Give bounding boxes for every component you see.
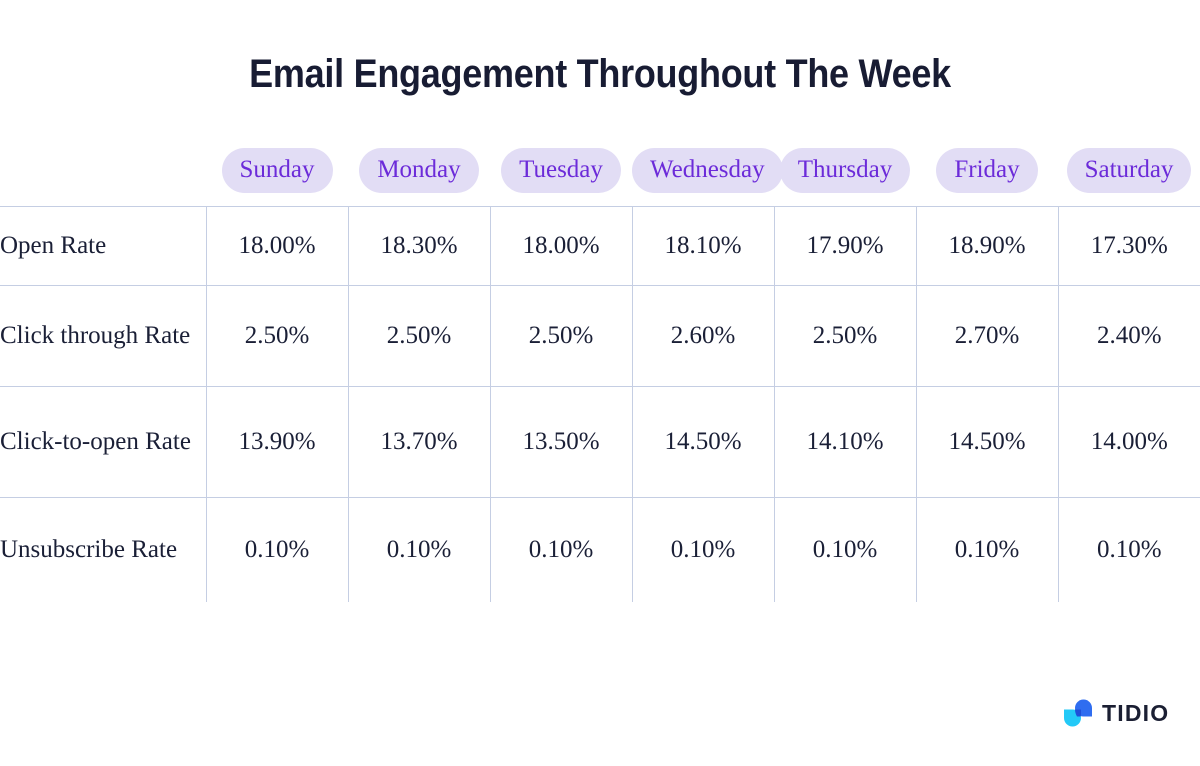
tidio-logo: TIDIO: [1063, 698, 1169, 729]
cell-click-to-open-rate-friday: 14.50%: [916, 386, 1059, 498]
engagement-table-container: Sunday Monday Tuesday Wednesday Thursday: [0, 148, 1200, 602]
cell-click-through-rate-tuesday: 2.50%: [490, 285, 633, 387]
cell-unsubscribe-rate-thursday: 0.10%: [774, 497, 917, 602]
cell-open-rate-sunday: 18.00%: [206, 206, 349, 286]
row-label-unsubscribe-rate: Unsubscribe Rate: [0, 497, 207, 602]
row-label-open-rate: Open Rate: [0, 206, 207, 286]
cell-click-to-open-rate-sunday: 13.90%: [206, 386, 349, 498]
cell-click-to-open-rate-thursday: 14.10%: [774, 386, 917, 498]
row-label-click-through-rate: Click through Rate: [0, 285, 207, 387]
day-pill-friday: Friday: [936, 148, 1038, 193]
tidio-chat-bubble-icon: [1064, 699, 1092, 727]
table-header-row: Sunday Monday Tuesday Wednesday Thursday: [0, 148, 1200, 207]
column-header-sunday: Sunday: [206, 148, 348, 207]
table-row: Click through Rate 2.50% 2.50% 2.50% 2.6…: [0, 285, 1200, 387]
table-row: Click-to-open Rate 13.90% 13.70% 13.50% …: [0, 386, 1200, 498]
column-header-wednesday: Wednesday: [632, 148, 783, 207]
day-pill-sunday: Sunday: [221, 148, 333, 193]
cell-click-through-rate-saturday: 2.40%: [1058, 285, 1200, 387]
day-pill-wednesday: Wednesday: [632, 148, 783, 193]
cell-unsubscribe-rate-friday: 0.10%: [916, 497, 1059, 602]
cell-click-through-rate-wednesday: 2.60%: [632, 285, 775, 387]
cell-unsubscribe-rate-monday: 0.10%: [348, 497, 491, 602]
table-corner-cell: [0, 148, 206, 207]
cell-open-rate-saturday: 17.30%: [1058, 206, 1200, 286]
column-header-monday: Monday: [348, 148, 490, 207]
day-pill-tuesday: Tuesday: [501, 148, 621, 193]
cell-open-rate-friday: 18.90%: [916, 206, 1059, 286]
cell-open-rate-monday: 18.30%: [348, 206, 491, 286]
day-pill-monday: Monday: [359, 148, 479, 193]
day-pill-saturday: Saturday: [1066, 148, 1192, 193]
table-body: Open Rate 18.00% 18.30% 18.00% 18.10% 17…: [0, 206, 1200, 602]
cell-unsubscribe-rate-saturday: 0.10%: [1058, 497, 1200, 602]
cell-click-through-rate-sunday: 2.50%: [206, 285, 349, 387]
column-header-friday: Friday: [916, 148, 1058, 207]
cell-open-rate-thursday: 17.90%: [774, 206, 917, 286]
cell-click-to-open-rate-tuesday: 13.50%: [490, 386, 633, 498]
cell-unsubscribe-rate-tuesday: 0.10%: [490, 497, 633, 602]
cell-click-to-open-rate-wednesday: 14.50%: [632, 386, 775, 498]
cell-click-through-rate-thursday: 2.50%: [774, 285, 917, 387]
engagement-table: Sunday Monday Tuesday Wednesday Thursday: [0, 148, 1200, 602]
cell-click-to-open-rate-saturday: 14.00%: [1058, 386, 1200, 498]
page-title: Email Engagement Throughout The Week: [249, 52, 951, 96]
table-header: Sunday Monday Tuesday Wednesday Thursday: [0, 148, 1200, 207]
day-pill-thursday: Thursday: [779, 148, 911, 193]
cell-click-through-rate-monday: 2.50%: [348, 285, 491, 387]
cell-unsubscribe-rate-wednesday: 0.10%: [632, 497, 775, 602]
cell-unsubscribe-rate-sunday: 0.10%: [206, 497, 349, 602]
column-header-saturday: Saturday: [1058, 148, 1200, 207]
tidio-logo-text: TIDIO: [1102, 700, 1170, 726]
column-header-tuesday: Tuesday: [490, 148, 632, 207]
table-row: Open Rate 18.00% 18.30% 18.00% 18.10% 17…: [0, 206, 1200, 286]
table-row: Unsubscribe Rate 0.10% 0.10% 0.10% 0.10%…: [0, 497, 1200, 602]
cell-click-through-rate-friday: 2.70%: [916, 285, 1059, 387]
infographic-page: Email Engagement Throughout The Week Sun…: [0, 0, 1200, 766]
cell-open-rate-tuesday: 18.00%: [490, 206, 633, 286]
column-header-thursday: Thursday: [774, 148, 916, 207]
row-label-click-to-open-rate: Click-to-open Rate: [0, 386, 207, 498]
cell-open-rate-wednesday: 18.10%: [632, 206, 775, 286]
cell-click-to-open-rate-monday: 13.70%: [348, 386, 491, 498]
